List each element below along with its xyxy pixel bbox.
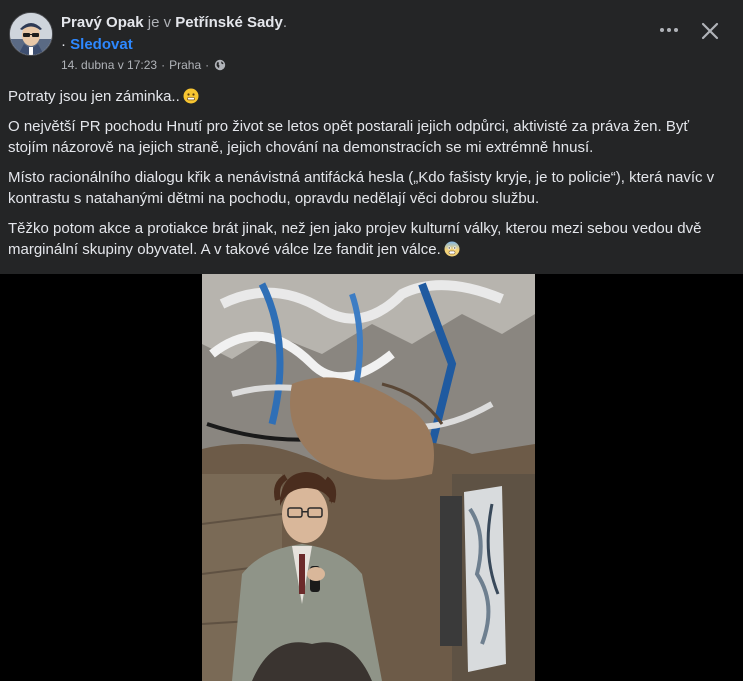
post-paragraph: Potraty jsou jen záminka.. <box>8 86 733 107</box>
post-text: Potraty jsou jen záminka.. O největší PR… <box>8 86 733 269</box>
author-line: Pravý Opak je v Petřínské Sady. <box>61 13 287 32</box>
post-paragraph: O největší PR pochodu Hnutí pro život se… <box>8 118 689 156</box>
post-date[interactable]: 14. dubna v 17:23 <box>61 57 157 73</box>
author-name[interactable]: Pravý Opak <box>61 14 144 31</box>
place-name[interactable]: Petřínské Sady <box>175 14 283 31</box>
connector-text: je v <box>147 14 172 31</box>
post-paragraph-text: Potraty jsou jen záminka.. <box>8 88 180 105</box>
place-suffix: . <box>282 14 287 31</box>
smile-emoji <box>183 88 199 104</box>
fear-emoji <box>444 241 460 257</box>
video-player[interactable] <box>202 274 535 681</box>
globe-icon[interactable] <box>214 59 226 71</box>
avatar-image <box>10 13 52 55</box>
post-header: Pravý Opak je v Petřínské Sady. · Sledov… <box>0 0 743 78</box>
author-avatar[interactable] <box>9 12 53 56</box>
follow-line: · Sledovat <box>61 35 133 54</box>
post-location[interactable]: Praha <box>169 57 201 73</box>
video-frame <box>202 274 535 681</box>
meta-separator: · <box>161 58 166 72</box>
media-area <box>0 274 743 681</box>
follow-dot: · <box>61 36 66 53</box>
close-icon[interactable] <box>698 19 722 43</box>
post-meta: 14. dubna v 17:23 · Praha · <box>61 57 226 73</box>
post-paragraph: Místo racionálního dialogu křik a nenávi… <box>8 169 715 207</box>
post-paragraph-text: Těžko potom akce a protiakce brát jinak,… <box>8 220 702 258</box>
more-icon[interactable] <box>657 21 681 39</box>
follow-link[interactable]: Sledovat <box>70 36 133 53</box>
meta-separator-2: · <box>205 58 210 72</box>
post-paragraph: Těžko potom akce a protiakce brát jinak,… <box>8 218 733 260</box>
